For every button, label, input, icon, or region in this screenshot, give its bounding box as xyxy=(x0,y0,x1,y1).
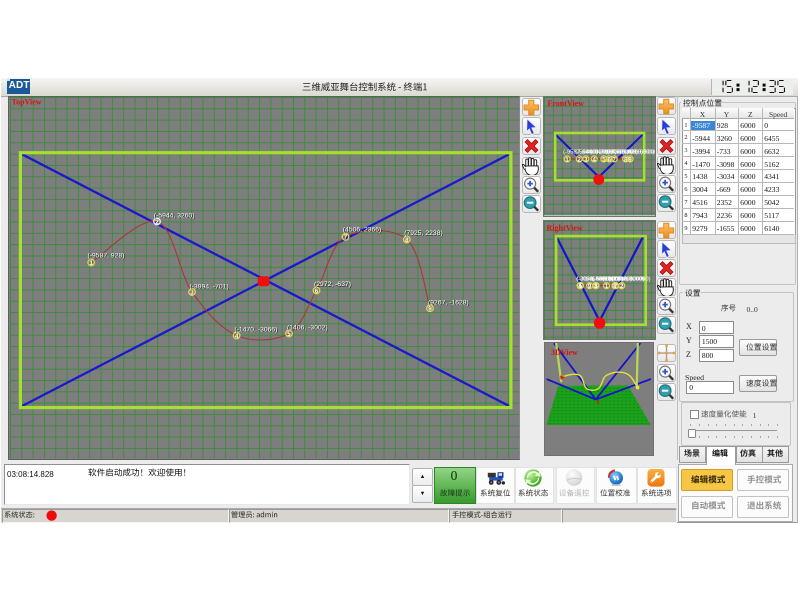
svg-text:1: 1 xyxy=(89,260,93,267)
svg-text:(1406, -3002): (1406, -3002) xyxy=(287,324,328,331)
svg-text:3DView: 3DView xyxy=(551,348,578,357)
svg-text:6: 6 xyxy=(315,288,319,295)
svg-text:(-1655, 6000): (-1655, 6000) xyxy=(585,276,620,282)
svg-text:TopView: TopView xyxy=(12,97,42,106)
svg-text:RightView: RightView xyxy=(546,223,582,232)
svg-text:(9267, -1628): (9267, -1628) xyxy=(428,299,469,306)
svg-text:(4506, 2366): (4506, 2366) xyxy=(343,226,382,233)
svg-text:(2972, -637): (2972, -637) xyxy=(314,281,351,288)
svg-text:(-1470, -3066): (-1470, -3066) xyxy=(234,327,277,334)
svg-text:(-5944, 3260): (-5944, 3260) xyxy=(154,212,195,219)
svg-text:7: 7 xyxy=(344,234,348,241)
svg-text:FrontView: FrontView xyxy=(547,99,584,108)
svg-text:(-9587, 928): (-9587, 928) xyxy=(88,252,125,259)
svg-text:(9279, 6000): (9279, 6000) xyxy=(626,150,655,156)
svg-text:(-3994, -701): (-3994, -701) xyxy=(190,284,229,291)
svg-text:8: 8 xyxy=(405,237,409,244)
svg-text:(7925, 2238): (7925, 2238) xyxy=(404,230,443,237)
